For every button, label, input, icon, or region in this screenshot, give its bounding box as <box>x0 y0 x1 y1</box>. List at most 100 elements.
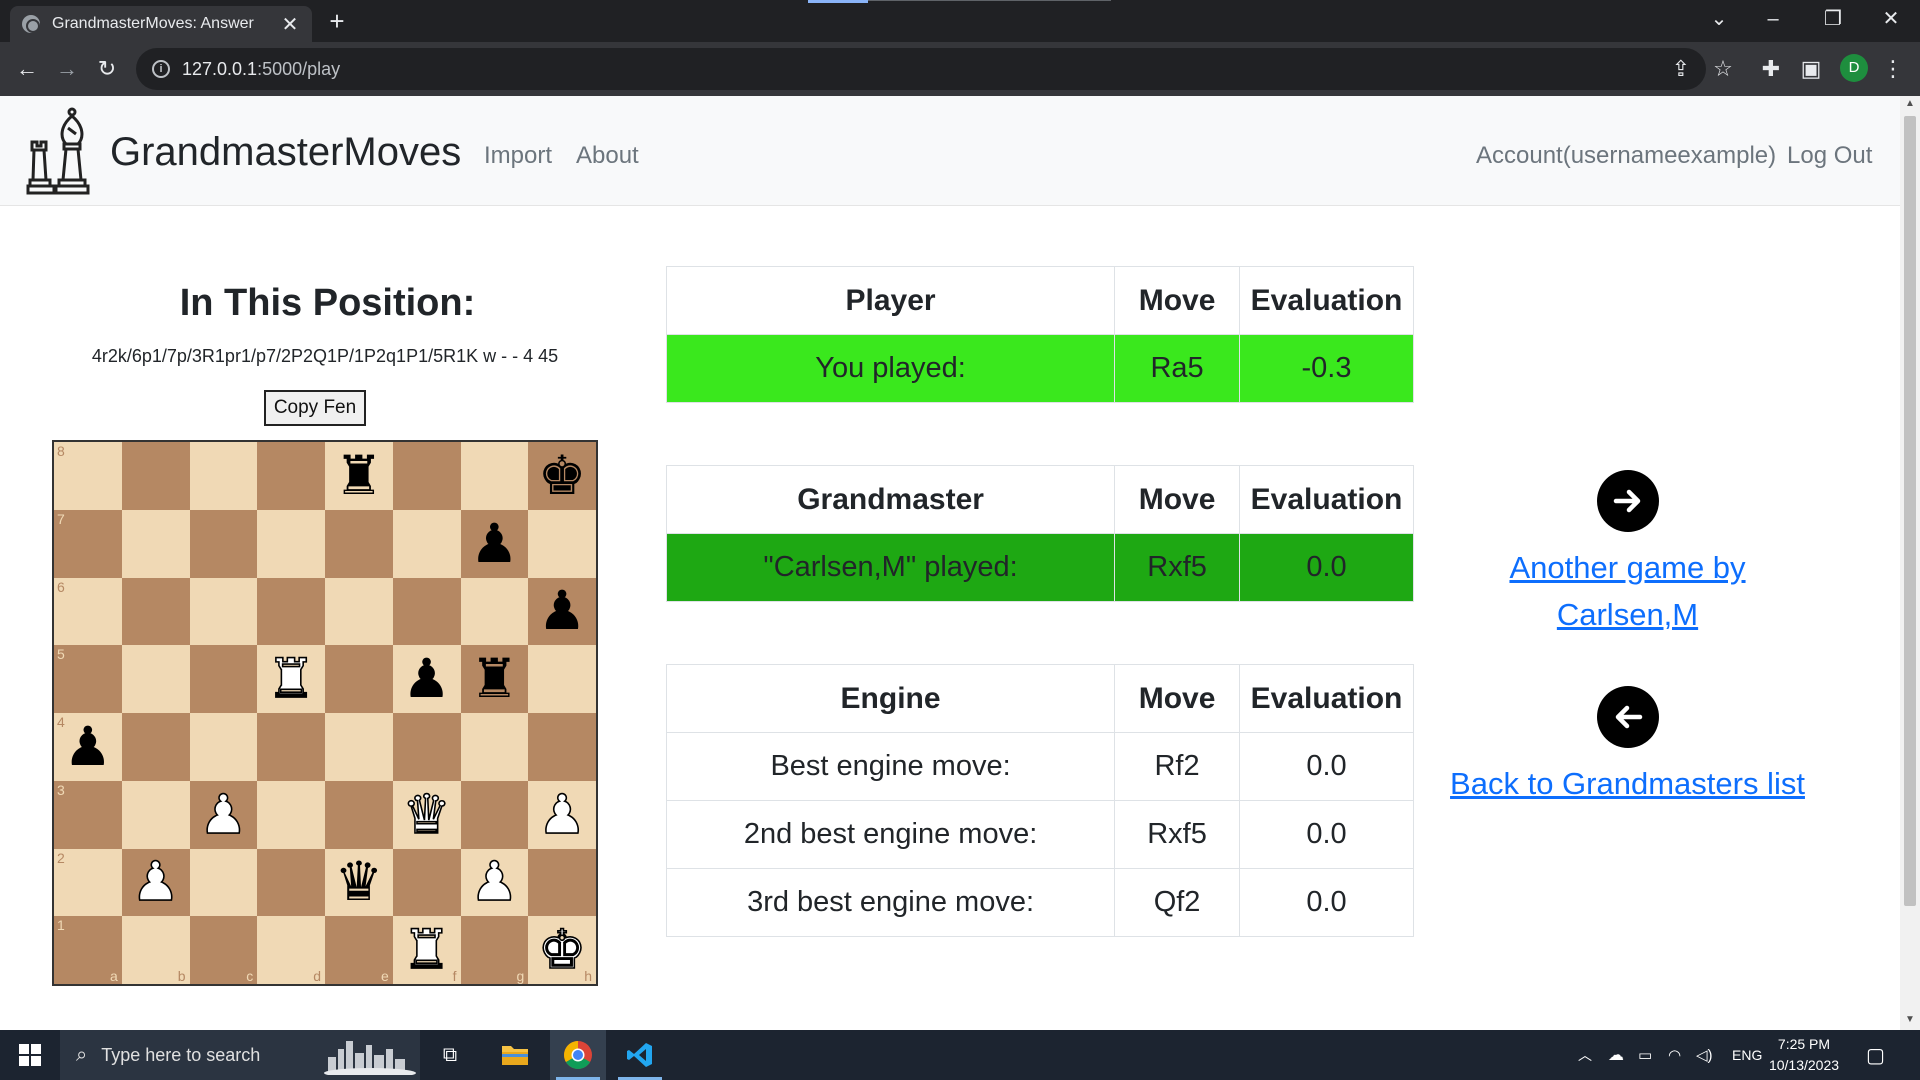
address-bar[interactable]: i 127.0.0.1:5000/play <box>136 48 1706 90</box>
board-square-f5[interactable]: ♟ <box>392 645 461 713</box>
close-tab-icon[interactable]: ✕ <box>280 12 300 37</box>
board-square-e6[interactable] <box>325 577 393 646</box>
board-square-a7[interactable]: 7 <box>54 509 122 578</box>
profile-avatar[interactable]: D <box>1840 54 1868 82</box>
page-scrollbar[interactable]: ▲ ▼ <box>1900 96 1920 1030</box>
restore-button[interactable]: ❐ <box>1808 0 1858 42</box>
board-square-f6[interactable] <box>392 577 461 646</box>
onedrive-icon[interactable]: ☁ <box>1608 1030 1624 1080</box>
board-square-c6[interactable] <box>189 577 258 646</box>
board-square-d8[interactable] <box>257 442 325 510</box>
board-square-h5[interactable] <box>528 645 596 713</box>
board-square-d4[interactable] <box>257 713 325 781</box>
board-square-a3[interactable]: 3 <box>54 780 122 849</box>
board-square-h7[interactable] <box>528 509 596 578</box>
vscode-taskbar-icon[interactable] <box>612 1030 668 1080</box>
forward-arrow-icon[interactable]: → <box>50 52 84 86</box>
board-square-h1[interactable]: h ♚ <box>528 916 596 984</box>
board-square-e2[interactable]: ♛ <box>325 848 393 917</box>
board-square-a5[interactable]: 5 <box>54 645 122 713</box>
board-square-f1[interactable]: f ♜ <box>392 916 461 984</box>
tab-search-icon[interactable]: ⌄ <box>1694 0 1744 42</box>
board-square-g7[interactable]: ♟ <box>460 509 529 578</box>
task-view-icon[interactable]: ⧉ <box>428 1030 472 1080</box>
white-pawn-icon[interactable]: ♟ <box>131 855 181 911</box>
side-panel-icon[interactable]: ▣ <box>1796 56 1826 82</box>
taskbar-clock[interactable]: 7:25 PM 10/13/2023 <box>1762 1034 1846 1076</box>
board-square-e7[interactable] <box>325 509 393 578</box>
board-square-f7[interactable] <box>392 509 461 578</box>
nav-about-link[interactable]: About <box>576 142 639 170</box>
board-square-a8[interactable]: 8 <box>54 442 122 510</box>
nav-account-link[interactable]: Account(usernameexample) <box>1476 142 1776 170</box>
tray-chevron-icon[interactable]: ︿ <box>1578 1030 1592 1080</box>
notifications-icon[interactable]: ▢ <box>1866 1030 1885 1080</box>
battery-icon[interactable]: ▭ <box>1638 1030 1652 1080</box>
board-square-d7[interactable] <box>257 509 325 578</box>
board-square-g6[interactable] <box>460 577 529 646</box>
board-square-h4[interactable] <box>528 713 596 781</box>
chess-bishop-logo-icon[interactable] <box>24 106 94 196</box>
file-explorer-icon[interactable] <box>490 1030 540 1080</box>
minimize-button[interactable]: – <box>1748 0 1798 42</box>
black-pawn-icon[interactable]: ♟ <box>402 652 450 706</box>
board-square-c7[interactable] <box>189 509 258 578</box>
white-queen-icon[interactable]: ♛ <box>402 787 452 843</box>
arrow-right-circle-icon[interactable] <box>1596 470 1659 532</box>
white-rook-icon[interactable]: ♜ <box>402 922 452 978</box>
extensions-icon[interactable]: ✚ <box>1756 56 1786 82</box>
scroll-up-icon[interactable]: ▲ <box>1904 98 1916 112</box>
board-square-c8[interactable] <box>189 442 258 510</box>
black-pawn-icon[interactable]: ♟ <box>470 517 518 571</box>
board-square-a4[interactable]: 4 ♟ <box>54 713 122 781</box>
arrow-left-circle-icon[interactable] <box>1596 686 1659 748</box>
close-window-button[interactable]: ✕ <box>1866 0 1916 42</box>
language-indicator[interactable]: ENG <box>1732 1030 1762 1080</box>
board-square-g8[interactable] <box>460 442 529 510</box>
copy-fen-button[interactable]: Copy Fen <box>264 390 366 426</box>
reload-icon[interactable]: ↻ <box>90 52 124 86</box>
board-square-h2[interactable] <box>528 848 596 917</box>
board-square-b3[interactable] <box>121 780 190 849</box>
white-pawn-icon[interactable]: ♟ <box>537 787 587 843</box>
board-square-b8[interactable] <box>121 442 190 510</box>
board-square-b5[interactable] <box>121 645 190 713</box>
board-square-d6[interactable] <box>257 577 325 646</box>
black-king-icon[interactable]: ♚ <box>538 449 586 503</box>
black-rook-icon[interactable]: ♜ <box>335 449 383 503</box>
board-square-g4[interactable] <box>460 713 529 781</box>
wifi-icon[interactable]: ◠ <box>1668 1030 1681 1080</box>
board-square-h6[interactable]: ♟ <box>528 577 596 646</box>
board-square-f2[interactable] <box>392 848 461 917</box>
board-square-f4[interactable] <box>392 713 461 781</box>
board-square-e3[interactable] <box>325 780 393 849</box>
board-square-f8[interactable] <box>392 442 461 510</box>
board-square-d1[interactable]: d <box>257 916 325 984</box>
black-queen-icon[interactable]: ♛ <box>335 855 383 909</box>
board-square-h8[interactable]: ♚ <box>528 442 596 510</box>
board-square-b6[interactable] <box>121 577 190 646</box>
share-icon[interactable]: ⇪ <box>1666 56 1696 82</box>
board-square-e5[interactable] <box>325 645 393 713</box>
nav-logout-link[interactable]: Log Out <box>1787 142 1872 170</box>
board-square-b1[interactable]: b <box>121 916 190 984</box>
scroll-thumb[interactable] <box>1904 116 1916 906</box>
board-square-a2[interactable]: 2 <box>54 848 122 917</box>
black-pawn-icon[interactable]: ♟ <box>538 584 586 638</box>
board-square-b4[interactable] <box>121 713 190 781</box>
board-square-c2[interactable] <box>189 848 258 917</box>
nav-import-link[interactable]: Import <box>484 142 552 170</box>
white-pawn-icon[interactable]: ♟ <box>469 855 519 911</box>
bookmark-star-icon[interactable]: ☆ <box>1708 56 1738 82</box>
board-square-c1[interactable]: c <box>189 916 258 984</box>
new-tab-button[interactable]: + <box>322 6 352 36</box>
site-info-icon[interactable]: i <box>152 60 170 78</box>
browser-tab[interactable]: GrandmasterMoves: Answer ✕ <box>10 6 312 42</box>
board-square-b2[interactable]: ♟ <box>121 848 190 917</box>
board-square-e1[interactable]: e <box>325 916 393 984</box>
scroll-down-icon[interactable]: ▼ <box>1904 1014 1916 1028</box>
board-square-d5[interactable]: ♜ <box>257 645 325 713</box>
board-square-c5[interactable] <box>189 645 258 713</box>
board-square-g5[interactable]: ♜ <box>460 645 529 713</box>
board-square-e4[interactable] <box>325 713 393 781</box>
